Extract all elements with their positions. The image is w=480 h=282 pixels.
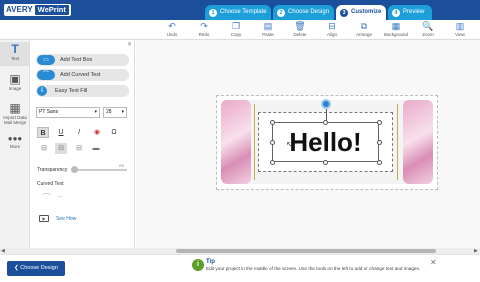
curve-down-icon[interactable]: ⌣ — [57, 191, 63, 202]
view-button[interactable]: ▥ View — [445, 21, 475, 39]
undo-icon: ↶ — [168, 21, 176, 31]
align-center-button[interactable]: ⊟ — [55, 143, 67, 154]
align-button[interactable]: ⊟ Align — [317, 21, 347, 39]
zoom-button[interactable]: 🔍 Zoom — [413, 21, 443, 39]
trash-icon: 🗑 — [294, 21, 306, 31]
close-icon[interactable]: ✕ — [430, 258, 437, 267]
text-icon: T — [11, 42, 19, 56]
add-curved-text-button[interactable]: ⌒ Add Curved Text — [36, 69, 129, 81]
chevron-down-icon: ▾ — [94, 109, 97, 115]
background-icon: ▦ — [391, 21, 401, 31]
redo-icon: ↷ — [200, 21, 208, 31]
italic-button[interactable]: I — [73, 127, 85, 138]
bold-button[interactable]: B — [37, 127, 49, 138]
zoom-icon: 🔍 — [422, 21, 434, 31]
undo-button[interactable]: ↶ Undo — [157, 21, 187, 39]
rotate-handle[interactable] — [321, 99, 331, 109]
copy-icon: ❐ — [231, 21, 241, 31]
tip-title: Tip — [206, 259, 215, 265]
rail-item-image[interactable]: ▣ Image — [0, 72, 30, 96]
play-video-icon[interactable]: ▶ — [39, 215, 49, 222]
more-dots-icon: ●●● — [7, 134, 23, 143]
paste-icon: ▤ — [263, 21, 273, 31]
step-preview[interactable]: 4 Preview — [388, 5, 432, 20]
transparency-slider[interactable] — [72, 169, 127, 171]
step-customize[interactable]: 3 Customize — [336, 5, 386, 20]
label-gold-rule-left — [254, 104, 255, 180]
table-icon: ▦ — [9, 101, 21, 115]
color-wheel-icon[interactable]: ◉ — [91, 127, 103, 138]
avery-logo-text: AVERY — [6, 5, 33, 14]
underline-button[interactable]: U — [55, 127, 67, 138]
label-right-pink-cap — [403, 100, 433, 184]
delete-button[interactable]: 🗑 Delete — [285, 21, 315, 39]
resize-handle-bottom[interactable] — [323, 159, 328, 165]
rail-item-more[interactable]: ●●● More — [0, 134, 30, 154]
special-character-button[interactable]: Ω — [108, 127, 120, 138]
transparency-value: 0% — [119, 164, 125, 168]
resize-handle-bottom-left[interactable] — [269, 159, 275, 165]
weprint-logo-text: WePrint — [34, 5, 69, 15]
text-fill-icon: ⇩ — [37, 86, 47, 96]
avery-weprint-logo: AVERY WePrint — [4, 4, 71, 16]
align-right-button[interactable]: ⊟ — [73, 143, 85, 154]
resize-handle-top[interactable] — [323, 119, 328, 125]
resize-handle-right[interactable] — [376, 139, 382, 145]
step-choose-design[interactable]: 2 Choose Design — [273, 5, 334, 20]
curved-text-label: Curved Text — [37, 181, 64, 187]
copy-button[interactable]: ❐ Copy — [221, 21, 251, 39]
paste-button[interactable]: ▤ Paste — [253, 21, 283, 39]
chevron-left-icon: ❮ — [14, 265, 19, 271]
mouse-cursor-icon: ↖ — [286, 140, 293, 149]
easy-text-fill-button[interactable]: ⇩ Easy Text Fill — [36, 85, 129, 97]
rail-item-text[interactable]: T Text — [0, 42, 30, 66]
info-icon: i — [192, 259, 204, 271]
resize-handle-top-left[interactable] — [269, 119, 275, 125]
font-select[interactable]: PT Sans ▾ — [36, 107, 100, 118]
resize-handle-top-right[interactable] — [376, 119, 382, 125]
resize-handle-bottom-right[interactable] — [376, 159, 382, 165]
label-gold-rule-right — [397, 104, 398, 180]
transparency-slider-handle[interactable] — [71, 166, 78, 173]
vertical-align-button[interactable]: ▬ — [90, 143, 102, 154]
tip-text: Edit your project in the middle of the s… — [206, 266, 421, 271]
resize-handle-left[interactable] — [269, 139, 275, 145]
arrange-icon: ⧉ — [360, 21, 368, 31]
view-icon: ▥ — [455, 21, 465, 31]
transparency-label: Transparency — [37, 167, 68, 173]
label-left-pink-cap — [221, 100, 251, 184]
see-how-link[interactable]: See How — [56, 216, 76, 222]
background-button[interactable]: ▦ Background — [381, 21, 411, 39]
curve-up-icon[interactable]: ⌒ — [42, 191, 51, 204]
choose-design-back-button[interactable]: ❮ Choose Design — [7, 261, 65, 276]
curved-text-icon: ⌒ — [37, 70, 55, 80]
font-size-select[interactable]: 28 ▾ — [103, 107, 127, 118]
text-box-icon: ▭ — [37, 55, 55, 65]
chevron-down-icon: ▾ — [121, 109, 124, 115]
rail-item-import-data[interactable]: ▦ Import Data Mail Merge — [0, 101, 30, 133]
add-text-box-button[interactable]: ▭ Add Text Box — [36, 54, 129, 66]
align-icon: ⊟ — [328, 21, 336, 31]
panel-close-icon[interactable]: ✕ — [127, 41, 132, 48]
step-choose-template[interactable]: 1 Choose Template — [205, 5, 271, 20]
image-icon: ▣ — [9, 72, 21, 86]
redo-button[interactable]: ↷ Redo — [189, 21, 219, 39]
arrange-button[interactable]: ⧉ Arrange — [349, 21, 379, 39]
horizontal-scrollbar-thumb[interactable] — [176, 249, 436, 253]
align-left-button[interactable]: ⊟ — [38, 143, 50, 154]
